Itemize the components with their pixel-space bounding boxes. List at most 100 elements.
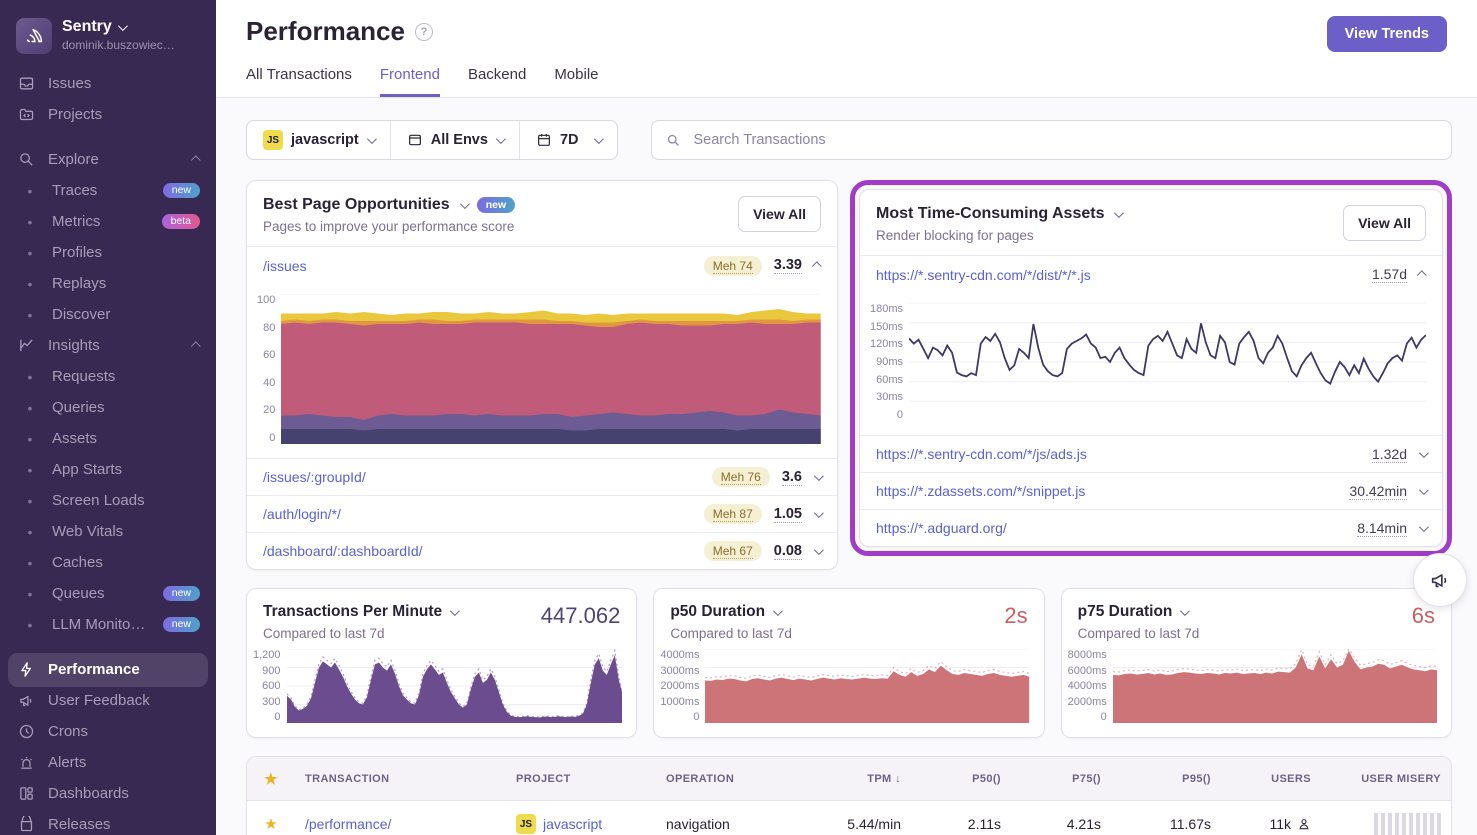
help-icon[interactable]: ? — [415, 23, 433, 41]
sidebar-item-profiles[interactable]: • Profiles — [0, 237, 216, 268]
section-label: Explore — [48, 151, 181, 168]
bullet-icon: • — [20, 400, 40, 416]
chevron-down-icon[interactable] — [1419, 485, 1429, 495]
chevron-down-icon[interactable] — [814, 545, 824, 555]
tab-frontend[interactable]: Frontend — [380, 66, 440, 97]
column-header-p50[interactable]: P50() — [911, 773, 1011, 785]
sidebar-item-releases[interactable]: Releases — [0, 809, 216, 835]
p50-title-dropdown[interactable]: p50 Duration — [670, 603, 792, 621]
assets-view-all-button[interactable]: View All — [1343, 205, 1426, 241]
chevron-down-icon[interactable] — [1419, 522, 1429, 532]
transaction-link[interactable]: /performance/ — [305, 816, 391, 832]
asset-total-time: 30.42min — [1349, 483, 1407, 500]
sidebar-item-issues[interactable]: Issues — [0, 68, 216, 99]
projects-icon — [16, 106, 36, 123]
sidebar-item-metrics[interactable]: • Metrics beta — [0, 206, 216, 237]
sidebar-item-queries[interactable]: • Queries — [0, 392, 216, 423]
issues-icon — [16, 75, 36, 92]
asset-link[interactable]: https://*.adguard.org/ — [876, 520, 1007, 536]
opportunities-title-dropdown[interactable]: Best Page Opportunities new — [263, 196, 515, 214]
search-input[interactable] — [691, 131, 1437, 149]
asset-row[interactable]: https://*.sentry-cdn.com/*/dist/*/*.js 1… — [860, 256, 1442, 293]
sidebar-item-projects[interactable]: Projects — [0, 99, 216, 130]
page-link[interactable]: /dashboard/:dashboardId/ — [263, 543, 423, 559]
opportunity-row[interactable]: /issues Meh 74 3.39 — [247, 247, 837, 284]
sidebar-item-requests[interactable]: • Requests — [0, 361, 216, 392]
column-header-user-misery[interactable]: USER MISERY — [1321, 773, 1451, 785]
date-range-filter[interactable]: 7D — [519, 121, 618, 159]
axis-tick: 100 — [257, 294, 275, 306]
axis-tick: 150ms — [870, 321, 903, 333]
table-row[interactable]: ★ /performance/ JS javascript navigation… — [247, 801, 1451, 835]
axis-tick: 0 — [274, 711, 280, 723]
bullet-icon: • — [20, 431, 40, 447]
sidebar-item-caches[interactable]: • Caches — [0, 547, 216, 578]
environment-filter[interactable]: All Envs — [390, 121, 519, 159]
star-column-header[interactable]: ★ — [247, 770, 295, 788]
misery-bar — [1430, 813, 1434, 835]
opportunities-view-all-button[interactable]: View All — [738, 196, 821, 232]
asset-link[interactable]: https://*.sentry-cdn.com/*/js/ads.js — [876, 446, 1087, 462]
sidebar-item-crons[interactable]: Crons — [0, 716, 216, 747]
chevron-down-icon[interactable] — [1419, 448, 1429, 458]
tab-mobile[interactable]: Mobile — [554, 66, 598, 97]
column-header-users[interactable]: USERS — [1221, 773, 1321, 785]
page-link[interactable]: /issues — [263, 258, 307, 274]
chevron-up-icon[interactable] — [1417, 270, 1427, 280]
project-link[interactable]: javascript — [543, 816, 602, 832]
opportunity-row[interactable]: /issues/:groupId/ Meh 76 3.6 — [247, 458, 837, 495]
sidebar-item-web-vitals[interactable]: • Web Vitals — [0, 516, 216, 547]
column-header-tpm[interactable]: TPM ↓ — [791, 773, 911, 785]
column-header-p75[interactable]: P75() — [1011, 773, 1111, 785]
sidebar-item-traces[interactable]: • Traces new — [0, 175, 216, 206]
misery-bar — [1437, 813, 1441, 835]
sidebar-item-performance[interactable]: Performance — [0, 654, 216, 685]
column-header-transaction[interactable]: TRANSACTION — [295, 773, 506, 785]
feedback-fab-button[interactable] — [1413, 553, 1467, 607]
asset-row[interactable]: https://*.zdassets.com/*/snippet.js 30.4… — [860, 472, 1442, 509]
view-trends-button[interactable]: View Trends — [1327, 16, 1447, 52]
sidebar-section-explore[interactable]: Explore — [0, 144, 216, 175]
asset-duration-chart: 180ms150ms120ms90ms60ms30ms0 — [860, 293, 1442, 435]
asset-row[interactable]: https://*.sentry-cdn.com/*/js/ads.js 1.3… — [860, 435, 1442, 472]
axis-tick: 20 — [263, 404, 275, 416]
tab-backend[interactable]: Backend — [468, 66, 526, 97]
chevron-down-icon[interactable] — [814, 508, 824, 518]
asset-row[interactable]: https://*.adguard.org/ 8.14min — [860, 509, 1442, 546]
project-filter[interactable]: JS javascript — [247, 121, 390, 159]
chevron-down-icon[interactable] — [814, 471, 824, 481]
bullet-icon: • — [20, 462, 40, 478]
sidebar-item-queues[interactable]: • Queues new — [0, 578, 216, 609]
sidebar-section-insights[interactable]: Insights — [0, 330, 216, 361]
y-axis: 180ms150ms120ms90ms60ms30ms0 — [870, 303, 903, 421]
sidebar-item-discover[interactable]: • Discover — [0, 299, 216, 330]
sidebar-item-user-feedback[interactable]: User Feedback — [0, 685, 216, 716]
sidebar-item-replays[interactable]: • Replays — [0, 268, 216, 299]
misery-bar — [1381, 813, 1385, 835]
sidebar-item-assets[interactable]: • Assets — [0, 423, 216, 454]
sidebar-item-llm-monitoring[interactable]: • LLM Monito… new — [0, 609, 216, 640]
opportunity-row[interactable]: /dashboard/:dashboardId/ Meh 67 0.08 — [247, 532, 837, 569]
asset-link[interactable]: https://*.zdassets.com/*/snippet.js — [876, 483, 1085, 499]
column-header-operation[interactable]: OPERATION — [656, 773, 791, 785]
page-link[interactable]: /issues/:groupId/ — [263, 469, 366, 485]
opportunity-score: 1.05 — [774, 506, 802, 523]
tab-all-transactions[interactable]: All Transactions — [246, 66, 352, 97]
page-link[interactable]: /auth/login/*/ — [263, 506, 341, 522]
asset-link[interactable]: https://*.sentry-cdn.com/*/dist/*/*.js — [876, 267, 1091, 283]
section-label: Insights — [48, 337, 181, 354]
assets-title-dropdown[interactable]: Most Time-Consuming Assets — [876, 205, 1121, 223]
chevron-up-icon[interactable] — [812, 261, 822, 271]
column-header-p95[interactable]: P95() — [1111, 773, 1221, 785]
sidebar-item-alerts[interactable]: Alerts — [0, 747, 216, 778]
sidebar-item-app-starts[interactable]: • App Starts — [0, 454, 216, 485]
misery-bar — [1409, 813, 1413, 835]
p75-title-dropdown[interactable]: p75 Duration — [1078, 603, 1200, 621]
opportunity-row[interactable]: /auth/login/*/ Meh 87 1.05 — [247, 495, 837, 532]
sidebar-item-dashboards[interactable]: Dashboards — [0, 778, 216, 809]
org-switcher[interactable]: Sentry dominik.buszowiec… — [0, 14, 216, 68]
sidebar-item-screen-loads[interactable]: • Screen Loads — [0, 485, 216, 516]
column-header-project[interactable]: PROJECT — [506, 773, 656, 785]
tpm-title-dropdown[interactable]: Transactions Per Minute — [263, 603, 457, 621]
star-icon[interactable]: ★ — [247, 815, 295, 833]
